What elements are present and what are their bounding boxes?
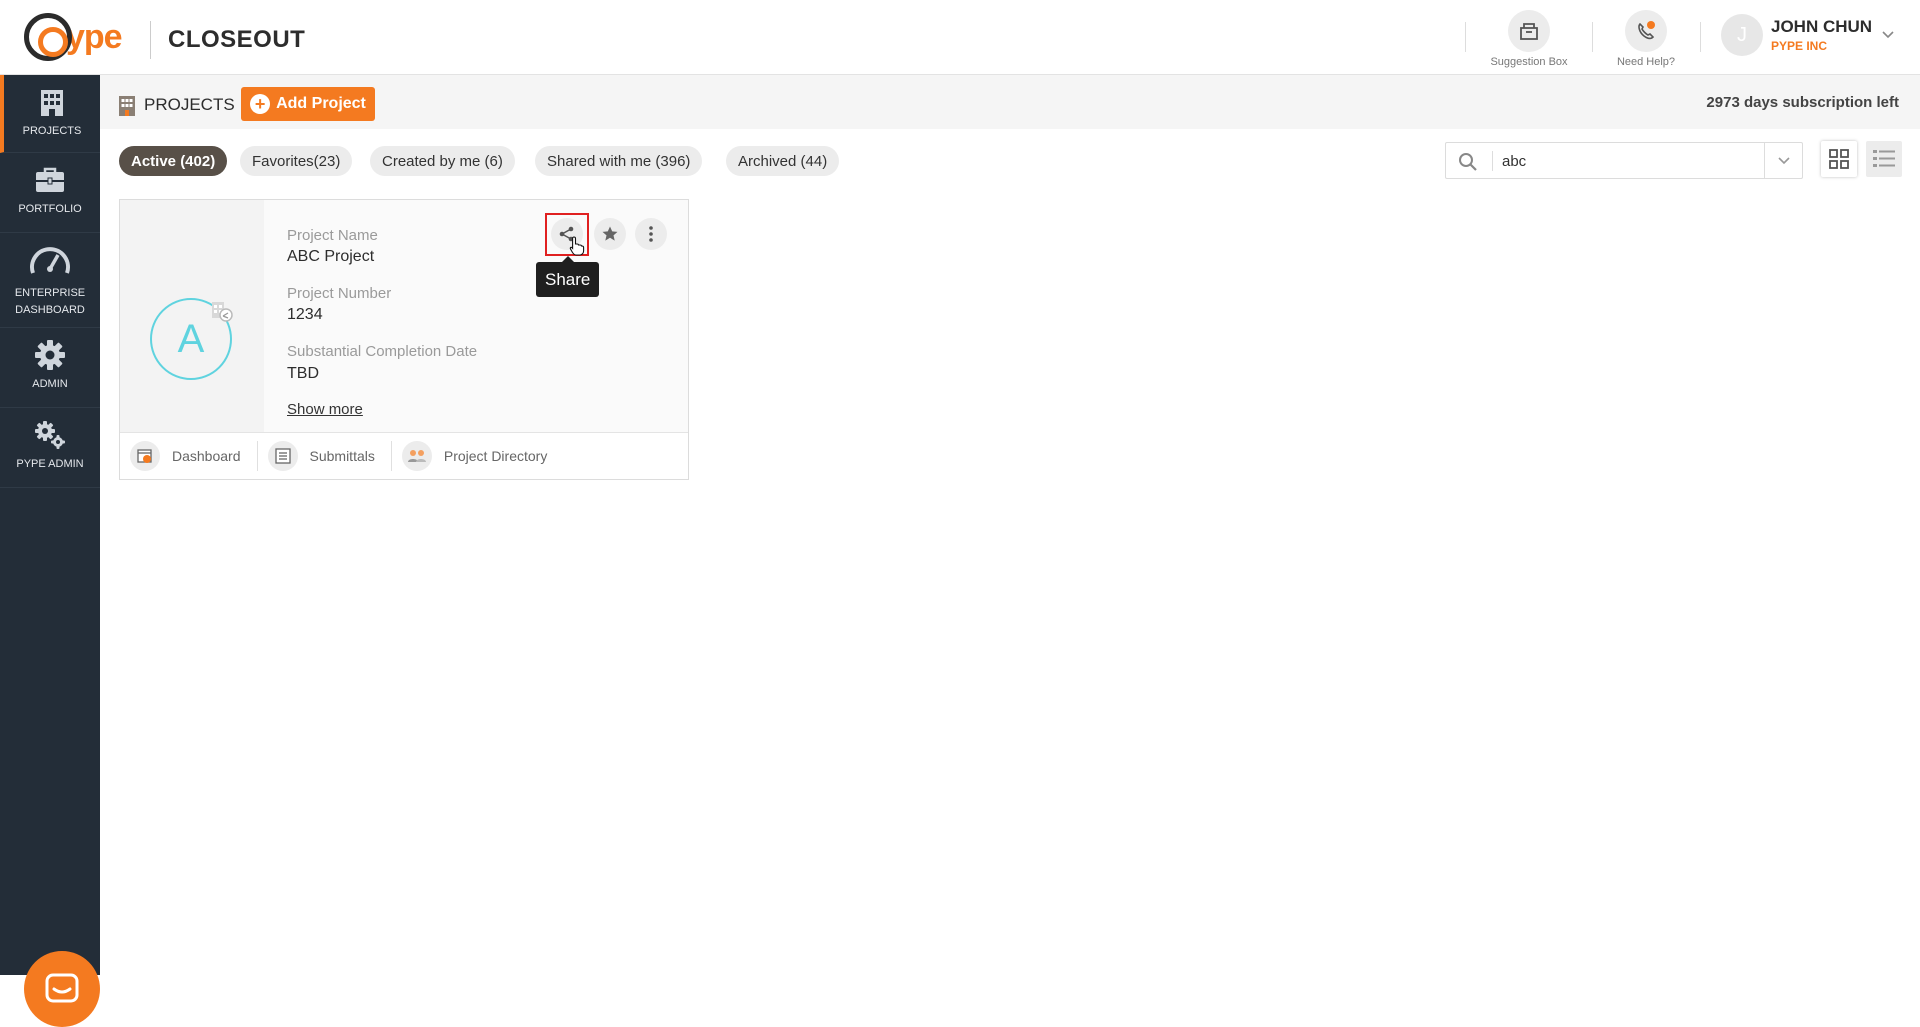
- user-company: PYPE INC: [1771, 39, 1828, 53]
- add-project-button[interactable]: + Add Project: [241, 87, 375, 121]
- project-search: [1445, 142, 1803, 179]
- favorite-button[interactable]: [594, 218, 626, 250]
- add-project-label: Add Project: [276, 95, 366, 112]
- completion-date: TBD: [287, 365, 319, 382]
- filter-archived[interactable]: Archived (44): [726, 146, 840, 176]
- logo-mark-icon: [24, 13, 72, 61]
- header-divider: [150, 21, 151, 59]
- sidebar-item-label: ENTERPRISE DASHBOARD: [14, 287, 86, 316]
- completion-date-label: Substantial Completion Date: [287, 343, 478, 360]
- sidebar-item-portfolio[interactable]: PORTFOLIO: [0, 153, 100, 233]
- submittals-link-label: Submittals: [309, 448, 375, 464]
- sidebar-item-admin[interactable]: ADMIN: [0, 328, 100, 408]
- app-title: CLOSEOUT: [168, 26, 306, 53]
- list-view-button[interactable]: [1866, 141, 1902, 177]
- app-header: ype CLOSEOUT Suggestion Box Need Help? J…: [0, 0, 1920, 75]
- shared-project-icon: [212, 302, 233, 322]
- filter-favorites[interactable]: Favorites(23): [240, 146, 353, 176]
- suggestion-box-icon: [1520, 23, 1538, 40]
- search-icon: [1459, 153, 1477, 171]
- grid-icon: [1829, 149, 1849, 169]
- grid-view-button[interactable]: [1821, 141, 1857, 177]
- more-options-button[interactable]: [635, 218, 667, 250]
- dashboard-link-label: Dashboard: [172, 448, 241, 464]
- sidebar-item-label: PORTFOLIO: [18, 203, 82, 215]
- project-name-label: Project Name: [287, 227, 378, 244]
- filter-active[interactable]: Active (402): [119, 146, 228, 176]
- speedometer-icon: [30, 247, 70, 274]
- sidebar-item-label: PROJECTS: [22, 125, 82, 137]
- project-number-label: Project Number: [287, 285, 392, 302]
- sidebar-item-enterprise-dashboard[interactable]: ENTERPRISE DASHBOARD: [0, 233, 100, 328]
- need-help-label: Need Help?: [1616, 56, 1676, 68]
- building-icon: [119, 96, 135, 116]
- filter-shared-with-me[interactable]: Shared with me (396): [535, 146, 703, 176]
- chevron-down-icon[interactable]: [1881, 30, 1895, 40]
- suggestion-box-button[interactable]: Suggestion Box: [1474, 10, 1584, 68]
- project-name: ABC Project: [287, 248, 375, 265]
- chat-launcher-button[interactable]: [24, 951, 100, 1027]
- project-card[interactable]: A Project Name ABC Project Project Numbe…: [119, 199, 689, 480]
- suggestion-box-label: Suggestion Box: [1490, 56, 1568, 68]
- phone-help-icon: [1638, 21, 1655, 40]
- gear-icon: [35, 340, 65, 370]
- header-separator: [1700, 22, 1701, 52]
- show-more-link[interactable]: Show more: [287, 401, 363, 418]
- user-avatar: J: [1721, 14, 1763, 56]
- submittals-link[interactable]: Submittals: [256, 441, 391, 471]
- project-number: 1234: [287, 306, 323, 323]
- sidebar-item-label: PYPE ADMIN: [16, 458, 84, 470]
- sidebar: PROJECTS PORTFOLIO ENTERPRISE DASHBOARD: [0, 75, 100, 1027]
- need-help-button[interactable]: Need Help?: [1591, 10, 1701, 68]
- sidebar-item-pype-admin[interactable]: PYPE ADMIN: [0, 408, 100, 488]
- subscription-status: 2973 days subscription left: [1706, 94, 1899, 111]
- search-dropdown-toggle[interactable]: [1764, 143, 1802, 178]
- pype-logo[interactable]: ype: [24, 12, 123, 62]
- search-divider: [1492, 151, 1493, 171]
- user-name: JOHN CHUN: [1771, 17, 1873, 36]
- hand-cursor-icon: [569, 236, 585, 256]
- project-directory-link[interactable]: Project Directory: [390, 441, 563, 471]
- kebab-menu-icon: [649, 226, 653, 242]
- share-tooltip: Share: [536, 256, 600, 297]
- page-title-text: PROJECTS: [144, 95, 235, 114]
- chat-icon: [45, 973, 79, 1003]
- logo-text: ype: [66, 17, 123, 56]
- chevron-down-icon: [1777, 156, 1790, 164]
- user-menu[interactable]: J JOHN CHUN PYPE INC: [1721, 14, 1872, 56]
- dashboard-icon: [137, 449, 152, 463]
- gears-icon: [35, 421, 65, 449]
- building-icon: [41, 90, 63, 116]
- submittals-icon: [274, 448, 291, 464]
- briefcase-icon: [36, 167, 64, 192]
- project-card-footer: Dashboard Submittals Project Directory: [120, 432, 688, 479]
- search-input[interactable]: [1502, 150, 1752, 172]
- sidebar-item-projects[interactable]: PROJECTS: [0, 75, 100, 153]
- star-icon: [602, 226, 618, 241]
- dashboard-link[interactable]: Dashboard: [120, 441, 257, 471]
- list-icon: [1873, 150, 1895, 167]
- filter-created-by-me[interactable]: Created by me (6): [370, 146, 515, 176]
- plus-icon: +: [250, 94, 271, 114]
- directory-icon: [407, 450, 426, 462]
- page-title: PROJECTS: [116, 93, 235, 117]
- header-separator: [1465, 22, 1466, 52]
- page-toolbar: PROJECTS + Add Project 2973 days subscri…: [100, 75, 1920, 129]
- sidebar-item-label: ADMIN: [32, 378, 68, 390]
- project-directory-link-label: Project Directory: [443, 448, 548, 464]
